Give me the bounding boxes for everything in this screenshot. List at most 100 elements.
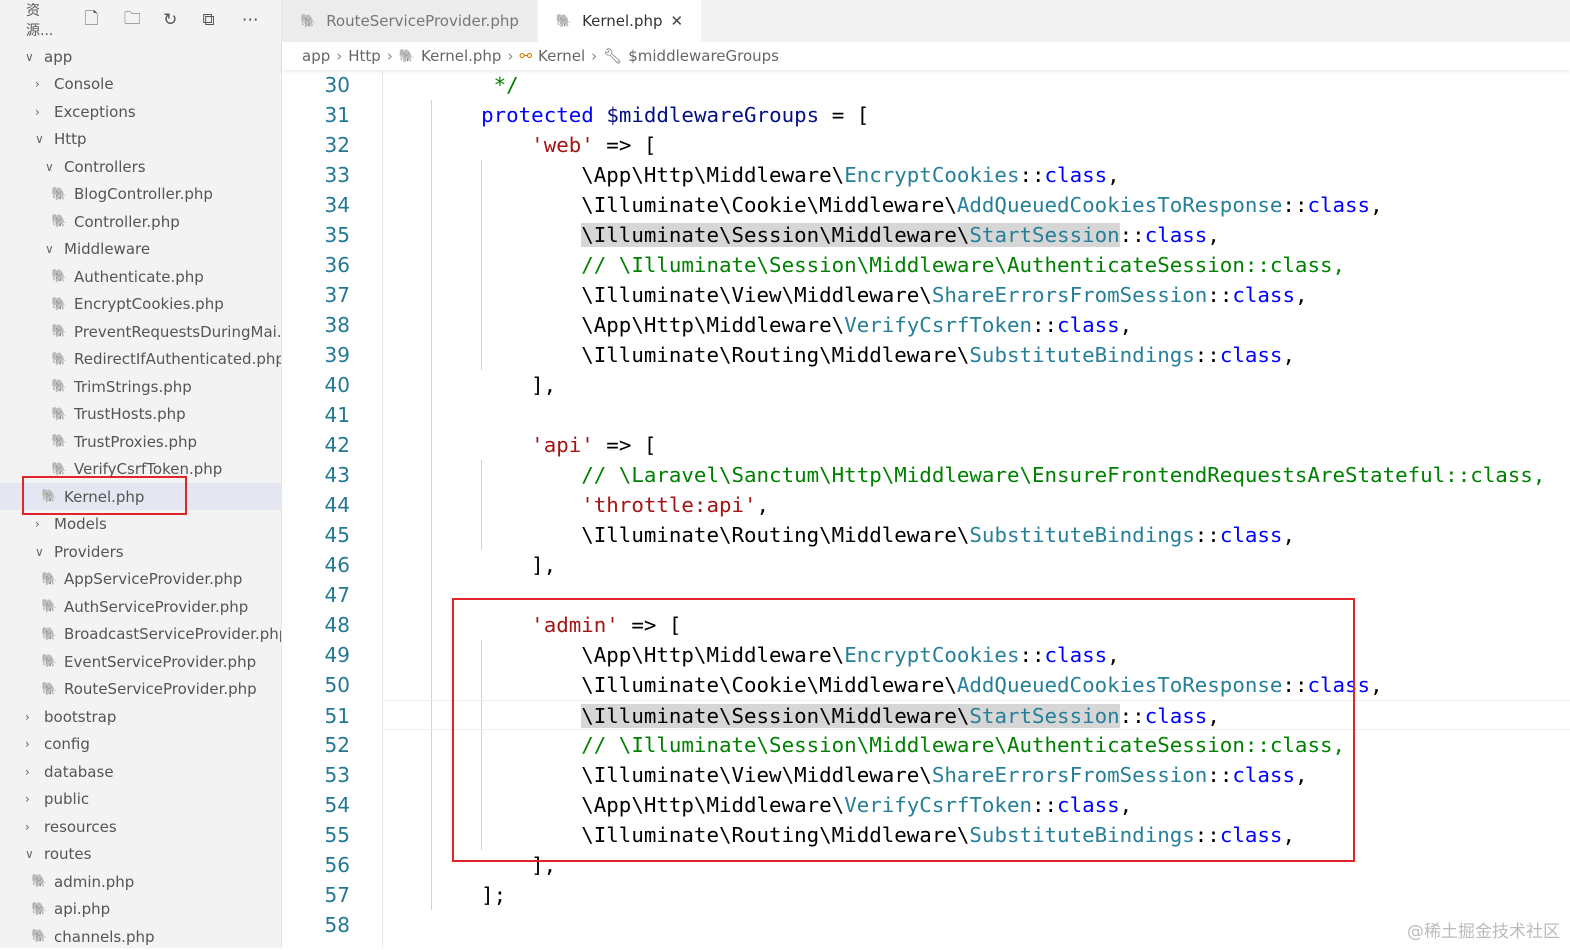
- code-line: 39 \Illuminate\Routing\Middleware\Substi…: [282, 340, 1570, 370]
- breadcrumb-item[interactable]: Http: [348, 47, 381, 65]
- tree-item-admin-php[interactable]: 🐘 admin.php: [0, 868, 281, 895]
- token-pl: ,: [1370, 193, 1383, 217]
- chevron-right-icon: ›: [591, 47, 598, 65]
- new-file-icon[interactable]: 🗋: [85, 6, 124, 35]
- refresh-icon[interactable]: ↻: [163, 10, 202, 30]
- collapse-all-icon[interactable]: ⧉: [202, 10, 241, 30]
- tab-kernel[interactable]: 🐘 Kernel.php ✕: [537, 0, 703, 42]
- line-number: 50: [324, 673, 350, 697]
- code-text: 'web' => [: [431, 130, 656, 160]
- tree-item-label: bootstrap: [44, 707, 117, 726]
- tree-item-label: TrimStrings.php: [74, 377, 192, 396]
- token-cls: ShareErrorsFromSession: [931, 283, 1208, 307]
- token-cm: // \Illuminate\Session\Middleware\Authen…: [581, 253, 1346, 277]
- tree-item-eventserviceprovider-php[interactable]: 🐘 EventServiceProvider.php: [0, 648, 281, 675]
- token-pl: ,: [1370, 673, 1383, 697]
- tree-item-http[interactable]: ∨ Http: [0, 126, 281, 153]
- token-pl: ],: [431, 373, 557, 397]
- tree-item-console[interactable]: › Console: [0, 71, 281, 98]
- tree-item-controller-php[interactable]: 🐘 Controller.php: [0, 208, 281, 235]
- tree-item-label: Exceptions: [54, 102, 136, 121]
- tree-item-config[interactable]: › config: [0, 731, 281, 758]
- line-number: 33: [324, 163, 350, 187]
- breadcrumb-item[interactable]: app: [302, 47, 330, 65]
- tree-item-label: api.php: [54, 900, 111, 918]
- tree-item-authenticate-php[interactable]: 🐘 Authenticate.php: [0, 263, 281, 290]
- line-number: 32: [324, 133, 350, 157]
- tree-item-trusthosts-php[interactable]: 🐘 TrustHosts.php: [0, 401, 281, 428]
- tree-item-resources[interactable]: › resources: [0, 813, 281, 840]
- tree-item-bootstrap[interactable]: › bootstrap: [0, 703, 281, 730]
- tree-item-label: public: [44, 790, 90, 808]
- token-kw: class: [1057, 313, 1120, 337]
- tree-item-app[interactable]: ∨ app: [0, 43, 281, 70]
- line-number: 51: [324, 704, 350, 728]
- token-pl: ,: [1282, 523, 1295, 547]
- code-text: ],: [431, 550, 556, 580]
- line-number: 52: [324, 733, 350, 757]
- tree-item-providers[interactable]: ∨ Providers: [0, 538, 281, 565]
- tree-item-routeserviceprovider-php[interactable]: 🐘 RouteServiceProvider.php: [0, 676, 281, 703]
- close-icon[interactable]: ✕: [671, 12, 684, 30]
- chevron-down-icon: ∨: [35, 544, 44, 559]
- code-line: 35 \Illuminate\Session\Middleware\StartS…: [282, 220, 1570, 250]
- token-hlcls: StartSession: [969, 223, 1120, 247]
- tree-item-label: BlogController.php: [74, 185, 213, 203]
- code-text: 'api' => [: [431, 430, 656, 460]
- tree-item-public[interactable]: › public: [0, 786, 281, 813]
- tree-item-broadcastserviceprovider-php[interactable]: 🐘 BroadcastServiceProvider.php: [0, 621, 281, 648]
- tree-item-redirectifauthenticated-php[interactable]: 🐘 RedirectIfAuthenticated.php: [0, 346, 281, 373]
- tree-item-database[interactable]: › database: [0, 758, 281, 785]
- line-number: 36: [324, 253, 350, 277]
- tree-item-blogcontroller-php[interactable]: 🐘 BlogController.php: [0, 181, 281, 208]
- token-cls: SubstituteBindings: [969, 343, 1195, 367]
- breadcrumb-item[interactable]: $middlewareGroups: [628, 47, 779, 65]
- line-number: 58: [324, 913, 350, 937]
- tree-item-preventrequestsduringmai-[interactable]: 🐘 PreventRequestsDuringMai...: [0, 318, 281, 345]
- token-cm: // \Laravel\Sanctum\Http\Middleware\Ensu…: [581, 463, 1546, 487]
- tab-routeserviceprovider[interactable]: 🐘 RouteServiceProvider.php: [282, 0, 538, 42]
- tree-item-channels-php[interactable]: 🐘 channels.php: [0, 923, 281, 950]
- php-file-icon: 🐘: [31, 874, 48, 889]
- tree-item-authserviceprovider-php[interactable]: 🐘 AuthServiceProvider.php: [0, 593, 281, 620]
- line-number: 42: [324, 433, 350, 457]
- code-line: 44 'throttle:api',: [282, 490, 1570, 520]
- tree-item-controllers[interactable]: ∨ Controllers: [0, 153, 281, 180]
- line-number: 47: [324, 583, 350, 607]
- token-pl: ,: [1282, 343, 1295, 367]
- highlight-box-admin-group: [452, 598, 1355, 862]
- tree-item-api-php[interactable]: 🐘 api.php: [0, 896, 281, 923]
- tree-item-label: Providers: [54, 542, 124, 561]
- token-pl: \Illuminate\Cookie\Middleware\: [431, 193, 957, 217]
- class-icon: ⚯: [519, 47, 533, 65]
- tree-item-label: TrustHosts.php: [74, 405, 186, 423]
- tree-item-middleware[interactable]: ∨ Middleware: [0, 236, 281, 263]
- tree-item-label: AppServiceProvider.php: [64, 570, 243, 588]
- breadcrumb-item[interactable]: Kernel: [538, 47, 585, 65]
- tree-item-exceptions[interactable]: › Exceptions: [0, 98, 281, 125]
- tree-item-label: channels.php: [54, 927, 155, 946]
- code-line: 37 \Illuminate\View\Middleware\ShareErro…: [282, 280, 1570, 310]
- tree-item-trimstrings-php[interactable]: 🐘 TrimStrings.php: [0, 373, 281, 400]
- tree-item-encryptcookies-php[interactable]: 🐘 EncryptCookies.php: [0, 291, 281, 318]
- tree-item-routes[interactable]: ∨ routes: [0, 841, 281, 868]
- line-number: 54: [324, 793, 350, 817]
- php-file-icon: 🐘: [300, 13, 317, 29]
- more-icon[interactable]: ⋯: [242, 10, 281, 30]
- php-file-icon: 🐘: [51, 379, 68, 394]
- token-var: $middlewareGroups: [606, 103, 820, 127]
- tree-item-appserviceprovider-php[interactable]: 🐘 AppServiceProvider.php: [0, 566, 281, 593]
- breadcrumb-item[interactable]: Kernel.php: [421, 47, 501, 65]
- tree-item-trustproxies-php[interactable]: 🐘 TrustProxies.php: [0, 428, 281, 455]
- code-line: 42 'api' => [: [282, 430, 1570, 460]
- new-folder-icon[interactable]: 🗀: [124, 6, 163, 35]
- line-number: 48: [324, 613, 350, 637]
- chevron-right-icon: ›: [35, 517, 40, 531]
- token-cls: VerifyCsrfToken: [844, 313, 1032, 337]
- php-file-icon: 🐘: [51, 461, 68, 477]
